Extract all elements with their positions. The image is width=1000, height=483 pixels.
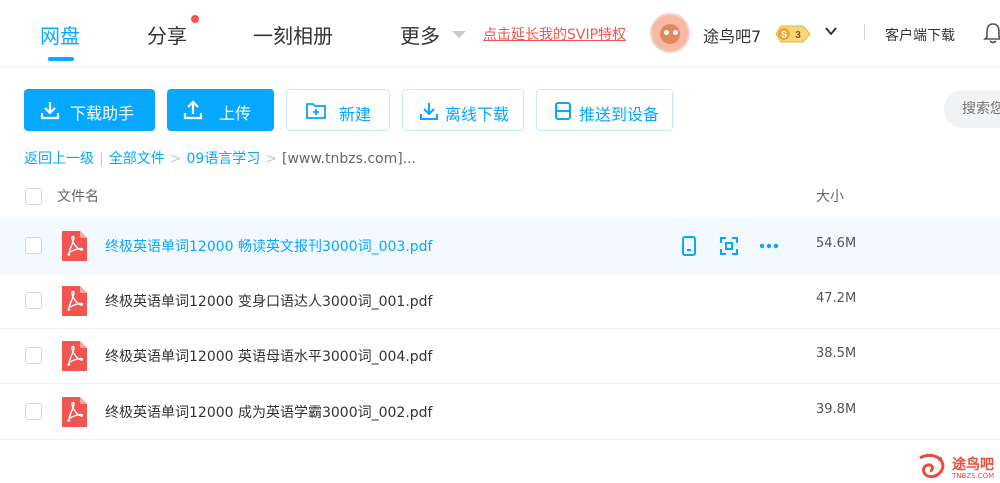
breadcrumb-all-files[interactable]: 全部文件 bbox=[109, 151, 165, 167]
pdf-file-icon bbox=[62, 286, 87, 316]
more-actions-icon[interactable] bbox=[758, 235, 780, 257]
row-checkbox[interactable] bbox=[25, 237, 42, 254]
breadcrumb-separator: | bbox=[99, 151, 104, 167]
pdf-file-icon bbox=[62, 341, 87, 371]
nav-tab-more[interactable]: 更多 bbox=[400, 20, 440, 49]
vip-letter: S bbox=[781, 30, 787, 40]
file-name[interactable]: 终极英语单词12000 畅读英文报刊3000词_003.pdf bbox=[105, 236, 433, 256]
svip-promo-link[interactable]: 点击延长我的SVIP特权 bbox=[483, 24, 626, 44]
file-name[interactable]: 终极英语单词12000 成为英语学霸3000词_002.pdf bbox=[105, 402, 433, 422]
row-checkbox[interactable] bbox=[25, 292, 42, 309]
bell-icon[interactable] bbox=[983, 22, 1000, 44]
watermark-logo-icon bbox=[919, 453, 945, 479]
device-icon bbox=[555, 102, 571, 120]
breadcrumb-current: [www.tnbzs.com]... bbox=[282, 151, 417, 167]
upload-label: 上传 bbox=[219, 104, 252, 123]
file-size: 47.2M bbox=[816, 291, 857, 306]
top-navigation-bar: 网盘 分享 一刻相册 更多 点击延长我的SVIP特权 途鸟吧7 S 3 客户端下… bbox=[0, 0, 1000, 68]
share-link-icon[interactable] bbox=[718, 235, 740, 257]
breadcrumb-folder[interactable]: 09语言学习 bbox=[186, 151, 260, 167]
nav-tab-album[interactable]: 一刻相册 bbox=[253, 20, 333, 49]
table-row[interactable]: 终极英语单词12000 英语母语水平3000词_004.pdf 38.5M bbox=[0, 328, 1000, 384]
upload-icon bbox=[183, 100, 203, 120]
offline-download-button[interactable]: 离线下载 bbox=[402, 89, 524, 131]
pdf-file-icon bbox=[62, 231, 87, 261]
client-download-link[interactable]: 客户端下载 bbox=[885, 25, 955, 45]
push-to-device-label: 推送到设备 bbox=[579, 105, 660, 124]
row-checkbox[interactable] bbox=[25, 403, 42, 420]
breadcrumb-back-link[interactable]: 返回上一级 bbox=[24, 151, 94, 167]
phone-icon[interactable] bbox=[678, 235, 700, 257]
table-row[interactable]: 终极英语单词12000 畅读英文报刊3000词_003.pdf 54.6M bbox=[0, 218, 1000, 274]
avatar-eye-left bbox=[664, 30, 669, 35]
file-size: 39.8M bbox=[816, 402, 857, 417]
watermark-text: 途鸟吧 bbox=[952, 457, 994, 473]
username[interactable]: 途鸟吧7 bbox=[703, 23, 761, 47]
avatar[interactable] bbox=[650, 13, 690, 53]
offline-download-icon bbox=[420, 103, 438, 120]
download-icon bbox=[40, 102, 60, 120]
file-size: 54.6M bbox=[816, 236, 857, 251]
vip-level: 3 bbox=[795, 30, 801, 41]
divider bbox=[864, 24, 865, 40]
table-row[interactable]: 终极英语单词12000 成为英语学霸3000词_002.pdf 39.8M bbox=[0, 384, 1000, 440]
table-row[interactable]: 终极英语单词12000 变身口语达人3000词_001.pdf 47.2M bbox=[0, 273, 1000, 329]
search-input[interactable] bbox=[944, 90, 1000, 128]
offline-download-label: 离线下载 bbox=[445, 105, 510, 124]
breadcrumb-chevron: > bbox=[169, 151, 182, 167]
row-checkbox[interactable] bbox=[25, 347, 42, 364]
file-name[interactable]: 终极英语单词12000 变身口语达人3000词_001.pdf bbox=[105, 291, 433, 311]
site-watermark: 途鸟吧 TNBZS.COM bbox=[916, 452, 1000, 483]
download-helper-button[interactable]: 下载助手 bbox=[24, 89, 155, 131]
new-folder-button[interactable]: 新建 bbox=[286, 89, 390, 131]
select-all-checkbox[interactable] bbox=[25, 188, 42, 205]
file-name[interactable]: 终极英语单词12000 英语母语水平3000词_004.pdf bbox=[105, 346, 433, 366]
column-header-name[interactable]: 文件名 bbox=[57, 186, 99, 206]
notification-dot bbox=[191, 15, 199, 23]
chevron-down-icon[interactable] bbox=[824, 24, 838, 38]
file-size: 38.5M bbox=[816, 346, 857, 361]
new-folder-label: 新建 bbox=[339, 105, 372, 124]
breadcrumb: 返回上一级 | 全部文件 >09语言学习 > [www.tnbzs.com]... bbox=[24, 148, 416, 168]
download-helper-label: 下载助手 bbox=[70, 104, 135, 123]
nav-tab-share[interactable]: 分享 bbox=[147, 20, 187, 49]
column-header-size[interactable]: 大小 bbox=[816, 186, 844, 206]
pdf-file-icon bbox=[62, 397, 87, 427]
caret-down-icon[interactable] bbox=[452, 31, 466, 38]
avatar-eye-right bbox=[673, 30, 678, 35]
push-to-device-button[interactable]: 推送到设备 bbox=[536, 89, 673, 131]
watermark-subtext: TNBZS.COM bbox=[952, 472, 995, 480]
breadcrumb-chevron: > bbox=[265, 151, 278, 167]
active-tab-indicator bbox=[48, 57, 74, 61]
upload-button[interactable]: 上传 bbox=[167, 89, 274, 131]
new-folder-icon bbox=[306, 103, 326, 119]
vip-badge-icon: S 3 bbox=[775, 25, 811, 43]
nav-tab-netdisk[interactable]: 网盘 bbox=[40, 20, 80, 49]
